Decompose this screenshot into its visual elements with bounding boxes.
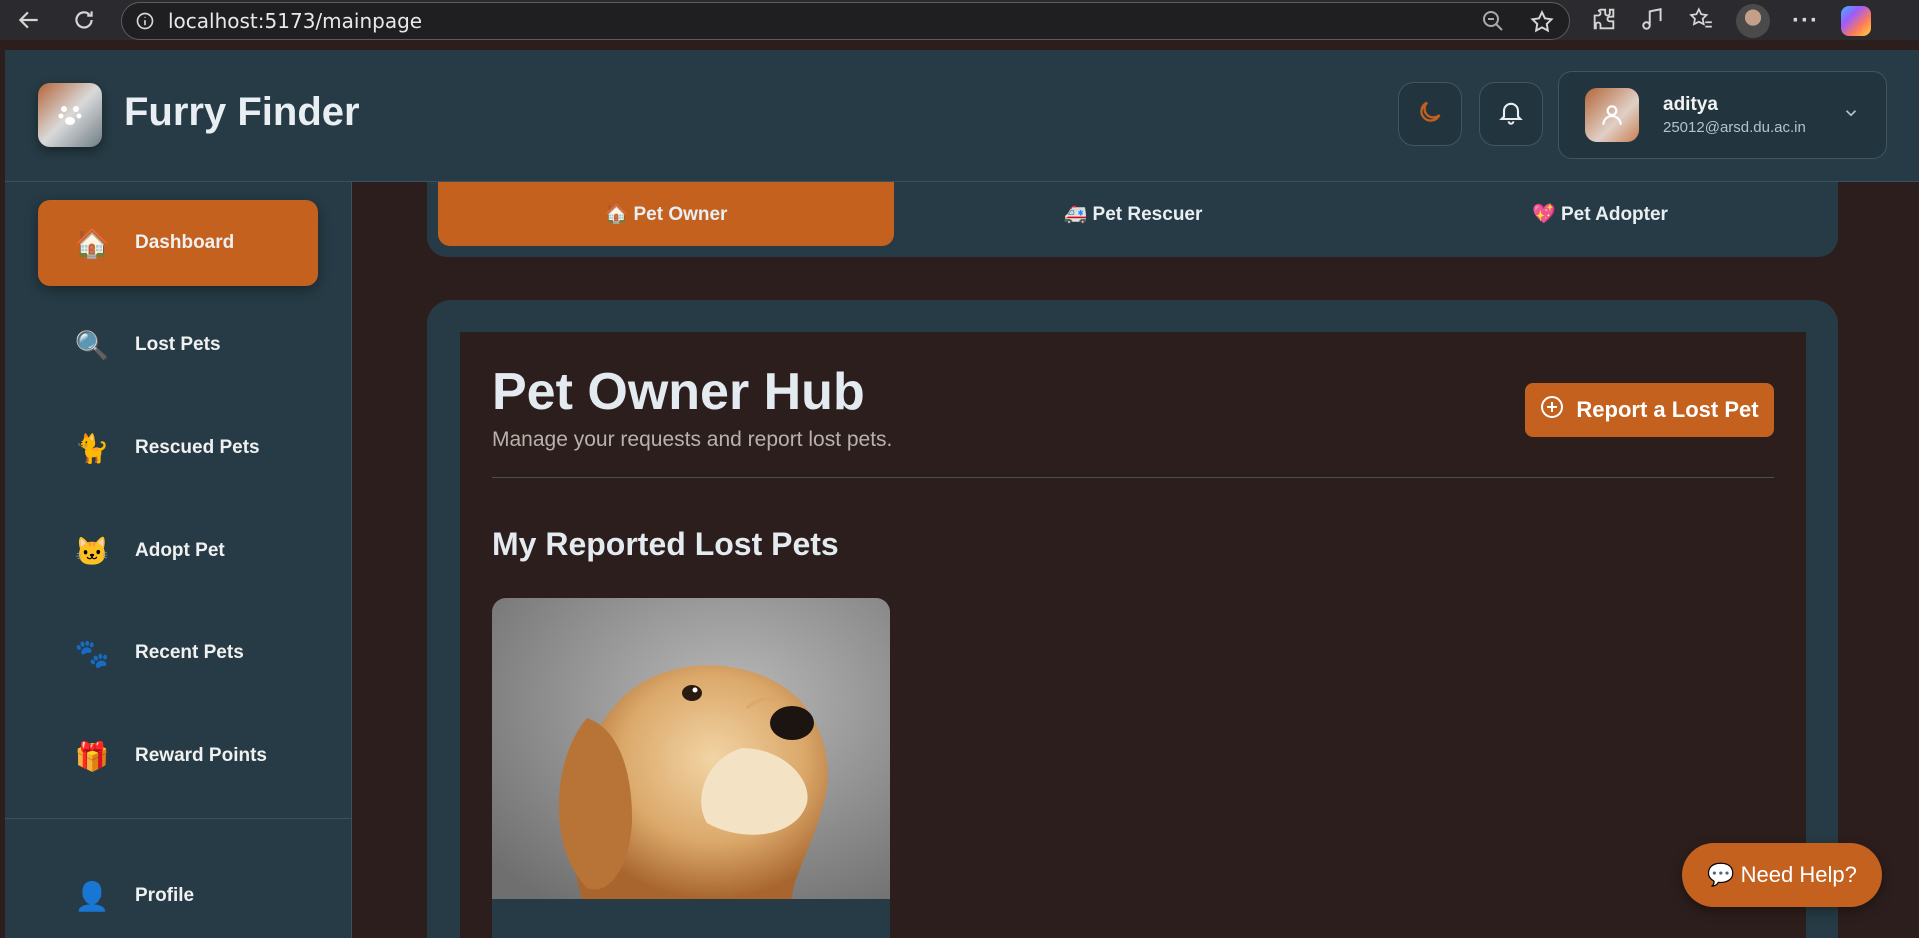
tab-pet-rescuer[interactable]: 🚑 Pet Rescuer	[905, 182, 1361, 246]
user-email: 25012@arsd.du.ac.in	[1663, 119, 1806, 136]
role-tabs: 🏠 Pet Owner 🚑 Pet Rescuer 💖 Pet Adopter	[427, 182, 1838, 257]
user-icon	[1602, 105, 1622, 125]
sidebar-item-label: Profile	[135, 885, 195, 906]
favorites-icon[interactable]	[1688, 6, 1714, 37]
sidebar-item-adopt-pet[interactable]: 🐱 Adopt Pet	[38, 508, 318, 594]
sidebar-divider	[5, 818, 352, 819]
sidebar-item-recent-pets[interactable]: 🐾 Recent Pets	[38, 610, 318, 696]
sidebar-item-label: Recent Pets	[135, 642, 244, 663]
user-menu[interactable]: aditya 25012@arsd.du.ac.in	[1558, 71, 1887, 159]
url-text: localhost:5173/mainpage	[168, 9, 423, 33]
app-header: Furry Finder aditya 25012@arsd.du.ac.in	[5, 50, 1919, 182]
cat-face-icon: 🐱	[74, 535, 110, 567]
sidebar-item-reward-points[interactable]: 🎁 Reward Points	[38, 713, 318, 799]
chevron-down-icon	[1842, 104, 1860, 127]
person-icon: 👤	[74, 880, 110, 912]
sidebar-item-label: Rescued Pets	[135, 437, 260, 458]
sidebar-item-rescued-pets[interactable]: 🐈 Rescued Pets	[38, 405, 318, 491]
address-bar[interactable]: localhost:5173/mainpage	[121, 2, 1570, 40]
plus-circle-icon	[1540, 395, 1564, 425]
need-help-button[interactable]: 💬 Need Help?	[1682, 843, 1882, 907]
cat-icon: 🐈	[74, 432, 110, 464]
tab-pet-owner[interactable]: 🏠 Pet Owner	[438, 182, 894, 246]
section-title: My Reported Lost Pets	[492, 526, 839, 562]
sidebar-item-label: Adopt Pet	[135, 540, 225, 561]
extensions-icon[interactable]	[1590, 5, 1618, 38]
report-lost-pet-button[interactable]: Report a Lost Pet	[1525, 383, 1774, 437]
user-name: aditya	[1663, 94, 1718, 115]
report-lost-pet-label: Report a Lost Pet	[1576, 397, 1759, 422]
sidebar-item-lost-pets[interactable]: 🔍 Lost Pets	[38, 302, 318, 388]
sidebar: 🏠 Dashboard 🔍 Lost Pets 🐈 Rescued Pets 🐱…	[5, 182, 352, 938]
zoom-icon[interactable]	[1481, 9, 1505, 40]
pet-card[interactable]	[492, 598, 890, 938]
site-info-icon[interactable]	[134, 10, 156, 32]
sidebar-item-label: Lost Pets	[135, 334, 221, 355]
theme-toggle-button[interactable]	[1398, 82, 1462, 146]
sidebar-item-label: Reward Points	[135, 745, 267, 766]
sidebar-item-label: Dashboard	[135, 232, 235, 253]
pet-photo	[492, 598, 890, 899]
tab-pet-adopter[interactable]: 💖 Pet Adopter	[1372, 182, 1828, 246]
notifications-button[interactable]	[1479, 82, 1543, 146]
gift-icon: 🎁	[74, 740, 110, 772]
more-menu-icon[interactable]: ···	[1792, 7, 1819, 35]
user-avatar	[1585, 88, 1639, 142]
paw-prints-icon: 🐾	[74, 637, 110, 669]
magnifier-icon: 🔍	[74, 329, 110, 361]
page-subtitle: Manage your requests and report lost pet…	[492, 428, 893, 451]
moon-icon	[1416, 98, 1444, 131]
sidebar-item-dashboard[interactable]: 🏠 Dashboard	[38, 200, 318, 286]
sidebar-item-profile[interactable]: 👤 Profile	[38, 853, 318, 938]
app-title: Furry Finder	[124, 90, 360, 134]
house-icon: 🏠	[74, 227, 110, 259]
divider	[492, 477, 1774, 478]
browser-toolbar: localhost:5173/mainpage ···	[0, 0, 1919, 40]
media-icon[interactable]	[1640, 6, 1666, 37]
browser-profile-avatar[interactable]	[1736, 4, 1770, 38]
favorite-star-icon[interactable]	[1529, 9, 1555, 40]
page-title: Pet Owner Hub	[492, 363, 865, 421]
refresh-icon[interactable]	[68, 4, 100, 36]
bell-icon	[1497, 98, 1525, 131]
copilot-icon[interactable]	[1840, 6, 1871, 36]
back-icon[interactable]	[13, 4, 45, 36]
app-logo-icon	[38, 83, 102, 147]
